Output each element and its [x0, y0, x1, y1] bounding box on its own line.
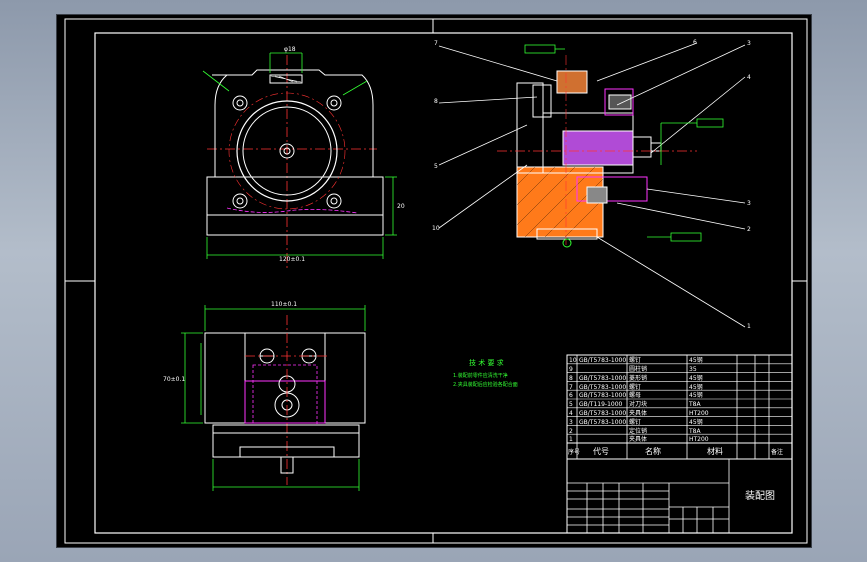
bom-table: 10 GB/T5783-1000 螺钉 45钢 9 圆柱销 35 8 GB/T5…: [569, 356, 709, 443]
header-seq: 序号: [568, 448, 580, 456]
tech-note-2: 2.夹具装配后应检验各配合面: [453, 381, 518, 388]
callout-3b: 3: [747, 200, 751, 207]
bom-material-1: HT200: [689, 436, 709, 443]
inner-border: [94, 32, 793, 534]
callout-6: 6: [693, 39, 697, 46]
bom-material-2: T8A: [688, 428, 701, 435]
assembly-drawing: φ18 120±0.1 20 110±0.1 70±0.1 技 术 要 求 1.…: [64, 18, 808, 544]
header-material: 材料: [707, 446, 723, 456]
bom-seq-5: 5: [569, 401, 573, 408]
top-view: 110±0.1 70±0.1: [163, 301, 366, 491]
header-code: 代号: [593, 446, 609, 456]
callout-3a: 3: [747, 40, 751, 47]
bom-code-7: GB/T5783-1000: [579, 384, 626, 391]
drawing-title: 装配图: [745, 489, 775, 502]
bom-name-6: 螺母: [629, 391, 641, 399]
dim-left: 70±0.1: [163, 376, 185, 383]
tech-notes-title: 技 术 要 求: [469, 358, 504, 367]
bom-seq-1: 1: [569, 436, 573, 443]
bom-name-2: 定位销: [629, 427, 647, 435]
bom-name-4: 夹具体: [629, 409, 647, 417]
header-name: 名称: [645, 446, 661, 456]
bom-material-9: 35: [689, 366, 697, 373]
callout-7: 7: [434, 40, 438, 47]
bom-material-5: T8A: [688, 401, 701, 408]
callout-10: 10: [432, 225, 440, 232]
bom-code-10: GB/T5783-1000: [579, 357, 626, 364]
bom-material-10: 45钢: [689, 356, 703, 364]
front-view: φ18 120±0.1 20: [202, 46, 405, 270]
header-note: 备注: [771, 448, 783, 456]
bom-name-1: 夹具体: [629, 435, 647, 443]
bom-material-6: 45钢: [689, 391, 703, 399]
bom-name-10: 螺钉: [629, 356, 641, 364]
callout-8: 8: [434, 98, 438, 105]
technical-notes: 技 术 要 求 1.装配前零件应清洗干净 2.夹具装配后应检验各配合面: [453, 358, 518, 388]
bom-seq-7: 7: [569, 384, 573, 391]
bom-code-3: GB/T5783-1000: [579, 419, 626, 426]
callout-2: 2: [747, 226, 751, 233]
bom-code-5: GB/T119-1000: [579, 401, 623, 408]
bom-code-8: GB/T5783-1000: [579, 375, 626, 382]
bom-name-8: 菱形销: [629, 374, 647, 382]
bom-seq-2: 2: [569, 428, 573, 435]
dim-bottom-width: 120±0.1: [279, 256, 305, 263]
section-view: 7 8 5 10 6 3 4 3 2 1: [432, 39, 751, 330]
bom-seq-8: 8: [569, 375, 573, 382]
callout-1: 1: [747, 323, 751, 330]
bom-seq-4: 4: [569, 410, 573, 417]
bom-code-4: GB/T5783-1000: [579, 410, 626, 417]
title-block: 10 GB/T5783-1000 螺钉 45钢 9 圆柱销 35 8 GB/T5…: [566, 354, 793, 534]
bom-seq-6: 6: [569, 392, 573, 399]
callout-5: 5: [434, 163, 438, 170]
dim-right-height: 20: [397, 203, 405, 210]
bom-seq-9: 9: [569, 366, 573, 373]
bom-name-7: 螺钉: [629, 383, 641, 391]
bom-material-7: 45钢: [689, 383, 703, 391]
bom-name-9: 圆柱销: [629, 365, 647, 373]
bom-seq-3: 3: [569, 419, 573, 426]
bom-material-3: 45钢: [689, 418, 703, 426]
dim-top-width: φ18: [284, 46, 296, 53]
cad-viewport[interactable]: φ18 120±0.1 20 110±0.1 70±0.1 技 术 要 求 1.…: [56, 14, 812, 548]
dim-bottom-view-width: 110±0.1: [271, 301, 297, 308]
callout-4: 4: [747, 74, 751, 81]
tech-note-1: 1.装配前零件应清洗干净: [453, 372, 508, 379]
bom-name-5: 对刀块: [629, 400, 647, 408]
bom-material-8: 45钢: [689, 374, 703, 382]
bom-seq-10: 10: [569, 357, 577, 364]
bom-name-3: 螺钉: [629, 418, 641, 426]
bom-material-4: HT200: [689, 410, 709, 417]
bom-code-6: GB/T5783-1000: [579, 392, 626, 399]
